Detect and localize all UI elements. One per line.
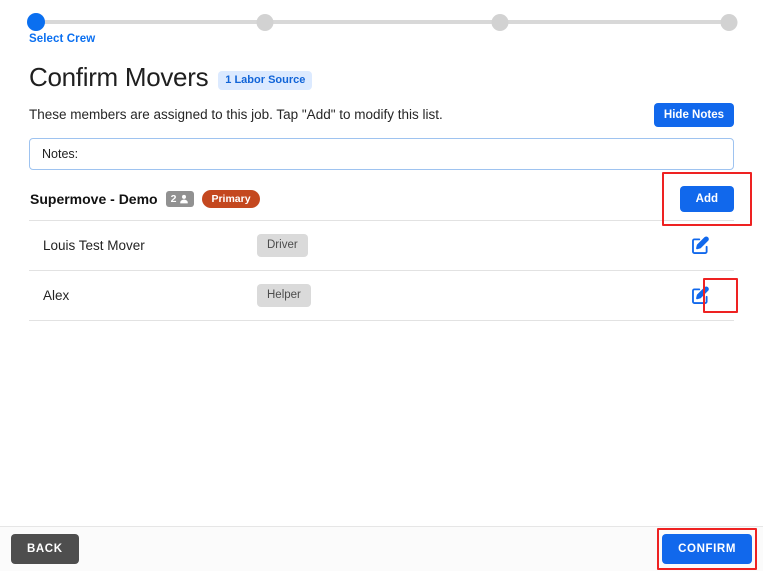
- stepper-dot-1[interactable]: [27, 13, 45, 31]
- edit-button-row-2[interactable]: [688, 284, 712, 308]
- stepper-dot-4[interactable]: [720, 14, 738, 31]
- add-button[interactable]: Add: [679, 186, 734, 212]
- stepper-dot-2[interactable]: [256, 14, 274, 31]
- add-button-wrapper: Add: [661, 172, 752, 226]
- page-title: Confirm Movers: [29, 62, 209, 92]
- organization-name: Supermove - Demo: [30, 191, 158, 207]
- hide-notes-button[interactable]: Hide Notes: [653, 103, 734, 127]
- page-subtitle: These members are assigned to this job. …: [29, 107, 443, 122]
- mover-name: Louis Test Mover: [43, 238, 145, 253]
- confirm-button-wrapper: CONFIRM: [657, 528, 757, 570]
- edit-square-pencil-icon: [690, 235, 711, 256]
- crew-group-identity: Supermove - Demo 2 Primary: [30, 190, 260, 208]
- title-row: Confirm Movers 1 Labor Source: [29, 52, 734, 93]
- member-count-value: 2: [170, 193, 177, 205]
- mover-list: Louis Test Mover Driver Alex Helper: [29, 220, 738, 321]
- mover-row: Alex Helper: [29, 271, 738, 321]
- edit-button-row-1[interactable]: [688, 234, 712, 258]
- notes-field[interactable]: Notes:: [29, 138, 734, 170]
- stepper-dot-3[interactable]: [491, 14, 509, 31]
- edit-square-pencil-icon: [690, 285, 711, 306]
- mover-row: Louis Test Mover Driver: [29, 221, 734, 271]
- member-count-badge: 2: [165, 191, 195, 207]
- subtitle-row: These members are assigned to this job. …: [29, 103, 734, 127]
- footer-bar: BACK CONFIRM: [0, 526, 763, 571]
- primary-badge: Primary: [202, 190, 260, 208]
- progress-stepper: Select Crew: [0, 0, 763, 52]
- stepper-track: [34, 20, 729, 24]
- mover-role-badge: Driver: [257, 234, 308, 257]
- back-button[interactable]: BACK: [11, 534, 79, 564]
- mover-name: Alex: [43, 288, 70, 303]
- stepper-label-1: Select Crew: [29, 33, 96, 45]
- crew-group-header: Supermove - Demo 2 Primary Add: [29, 172, 752, 226]
- main-content: Confirm Movers 1 Labor Source These memb…: [0, 52, 763, 526]
- person-icon: [179, 194, 189, 204]
- confirm-button[interactable]: CONFIRM: [662, 534, 752, 564]
- notes-label: Notes:: [42, 147, 79, 161]
- labor-source-badge: 1 Labor Source: [218, 70, 313, 90]
- mover-role-badge: Helper: [257, 284, 311, 307]
